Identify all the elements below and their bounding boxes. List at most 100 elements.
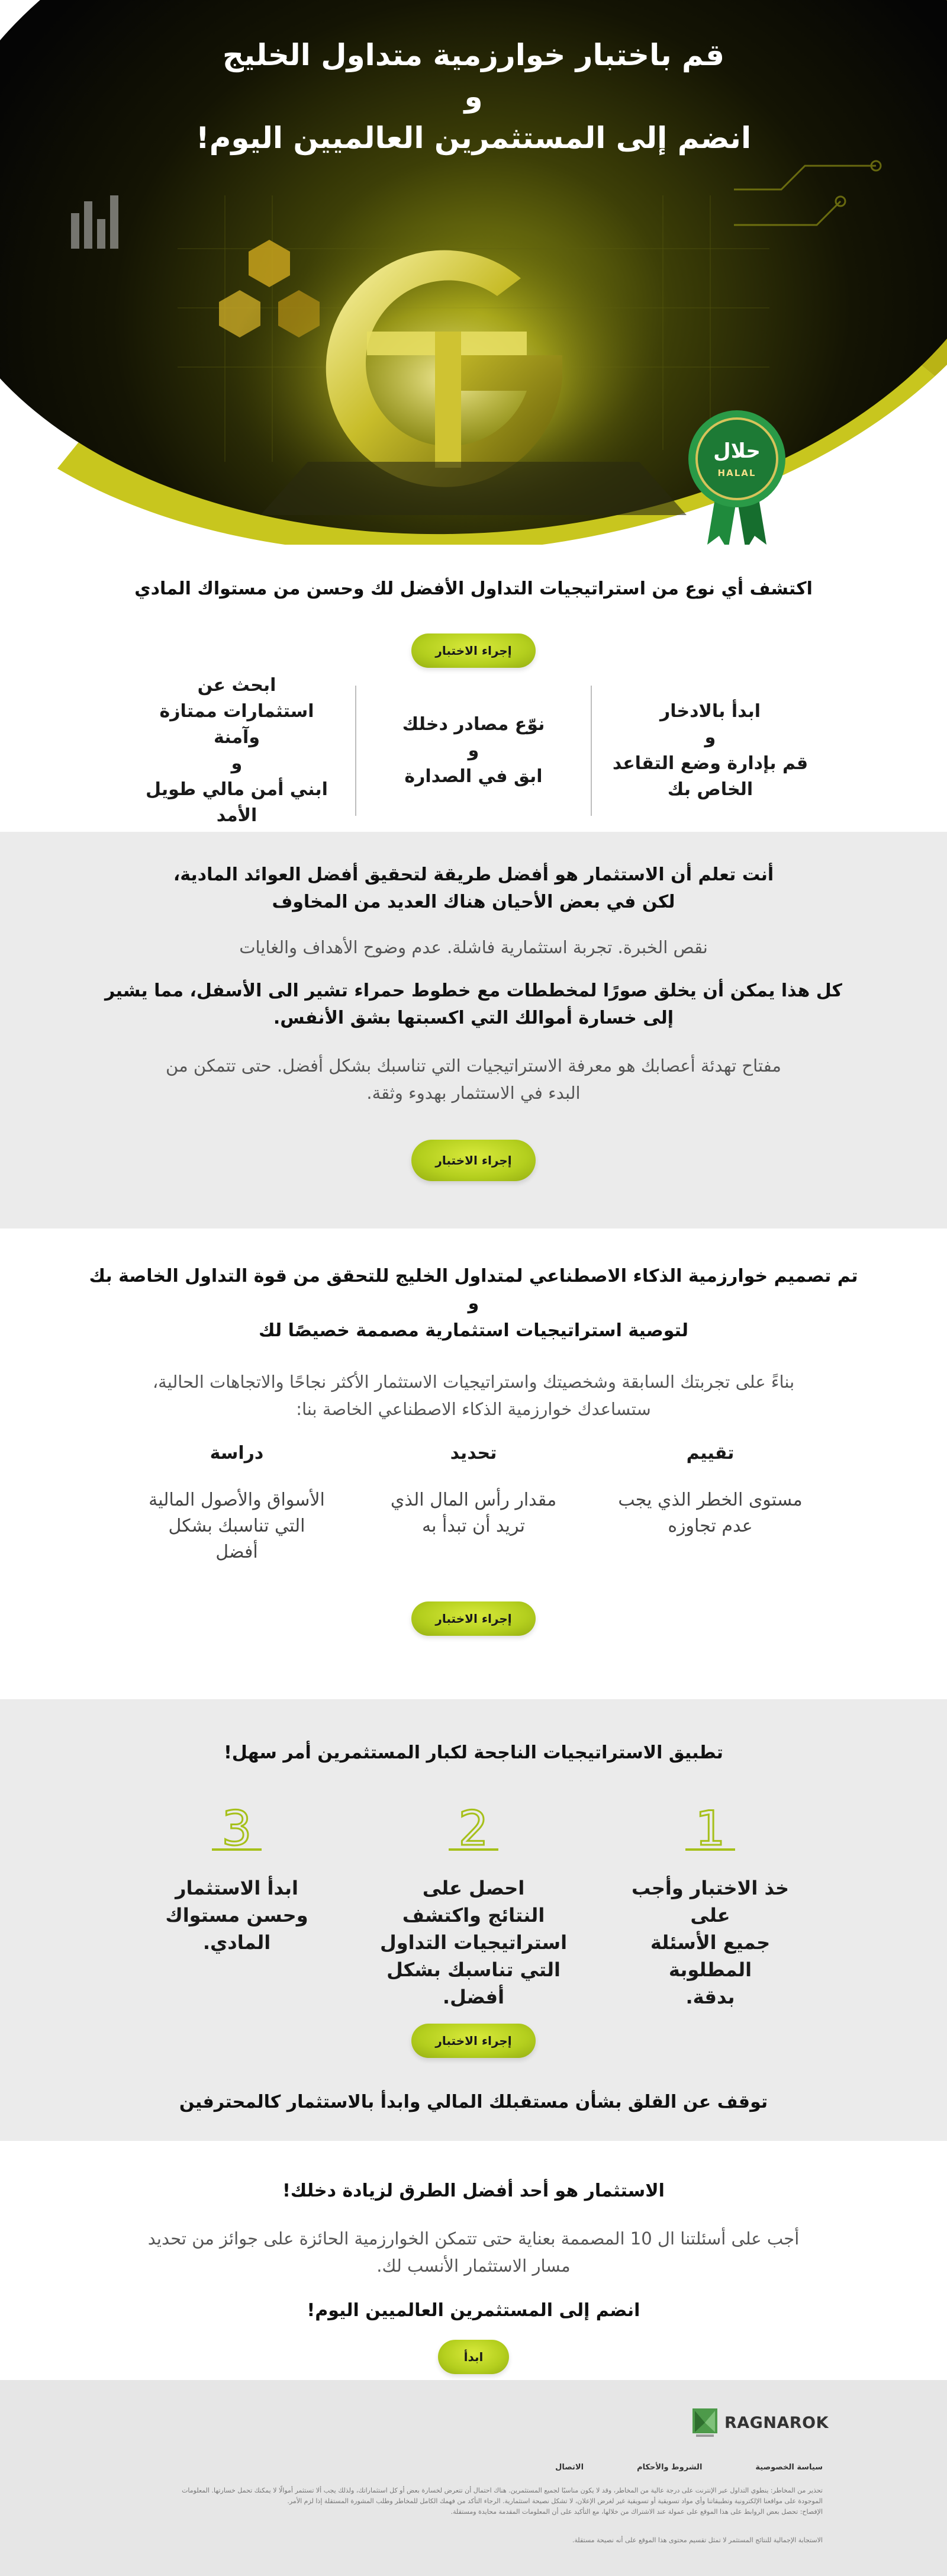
join-section: الاستثمار هو أحد أفضل الطرق لزيادة دخلك!… <box>0 2141 947 2380</box>
step-line: خذ الاختبار وأجب على <box>631 1877 790 1927</box>
join-headline: الاستثمار هو أحد أفضل الطرق لزيادة دخلك! <box>282 2181 665 2201</box>
fears-headline-line: لكن في بعض الأحيان هناك العديد من المخاو… <box>272 892 675 912</box>
ai-column-line: التي تناسبك بشكل <box>168 1516 305 1536</box>
hero-title-line-3: انضم إلى المستثمرين العالميين اليوم! <box>195 121 752 155</box>
ragnarok-logo[interactable]: RAGNAROK <box>690 2405 829 2440</box>
step-line: بدقة. <box>685 1986 735 2008</box>
step-line: التي تناسبك بشكل <box>386 1958 561 1981</box>
take-test-button[interactable]: إجراء الاختبار <box>411 633 536 668</box>
ai-column-determine: تحديد مقدار رأس المال الذي تريد أن تبدأ … <box>355 1443 592 1579</box>
step-line: ابدأ الاستثمار <box>175 1877 298 1899</box>
join-cta-text: انضم إلى المستثمرين العالميين اليوم! <box>307 2300 640 2321</box>
footer-legal-text: تحذير من المخاطر: ينطوي التداول عبر الإن… <box>124 2485 823 2517</box>
intro-column-line: استثمارات ممتازة وآمنة <box>159 701 314 748</box>
ai-headline: تم تصميم خوارزمية الذكاء الاصطناعي لمتدا… <box>0 1263 947 1345</box>
ai-column-line: أفضل <box>215 1542 258 1562</box>
intro-column-line: الخاص بك <box>667 779 753 800</box>
fears-subtitle: نقص الخبرة. تجربة استثمارية فاشلة. عدم و… <box>239 937 708 957</box>
steps-headline: تطبيق الاستراتيجيات الناجحة لكبار المستث… <box>224 1742 723 1763</box>
ragnarok-logo-icon <box>692 2408 717 2437</box>
step-number: 3 <box>222 1801 252 1854</box>
step-number-one-icon: 1 <box>685 1801 735 1854</box>
fears-key-text: مفتاح تهدئة أعصابك هو معرفة الاستراتيجيا… <box>0 1052 947 1107</box>
join-body-line: مسار الاستثمار الأنسب لك. <box>376 2256 571 2276</box>
join-body-line: أجب على أسئلتنا ال 10 المصممة بعناية حتى… <box>147 2228 800 2249</box>
hero-title-line-1: قم باختبار خوارزمية متداول الخليج <box>223 38 724 72</box>
footer-legal-note: الاستجابة الإجمالية للنتائج المستثمر لا … <box>572 2536 823 2544</box>
contact-link[interactable]: الاتصال <box>555 2463 584 2472</box>
step-line: جميع الأسئلة المطلوبة <box>650 1931 771 1981</box>
step-2: 2 احصل على النتائج واكتشف استراتيجيات ال… <box>355 1801 592 2014</box>
take-test-button[interactable]: إجراء الاختبار <box>411 1601 536 1636</box>
intro-column-line: ابق في الصدارة <box>404 766 543 787</box>
ai-column-line: مقدار رأس المال الذي <box>390 1490 557 1510</box>
ai-body-line: ستساعدك خوارزمية الذكاء الاصطناعي الخاصة… <box>296 1399 651 1419</box>
steps-list: 1 خذ الاختبار وأجب على جميع الأسئلة المط… <box>0 1801 947 2014</box>
ai-column-line: عدم تجاوزه <box>668 1516 753 1536</box>
ai-section: تم تصميم خوارزمية الذكاء الاصطناعي لمتدا… <box>0 1228 947 1699</box>
intro-column-income: نوّع مصادر دخلك و ابق في الصدارة <box>355 686 592 816</box>
fears-key-line: البدء في الاستثمار بهدوء وثقة. <box>366 1083 581 1103</box>
step-3: 3 ابدأ الاستثمار وحسن مستواك المادي. <box>118 1801 355 2014</box>
ai-body-line: بناءً على تجربتك السابقة وشخصيتك واسترات… <box>152 1372 795 1392</box>
step-line: المادي. <box>202 1931 271 1954</box>
footer-links: سياسة الخصوصية الشروط والأحكام الاتصال <box>555 2463 823 2472</box>
take-test-button[interactable]: إجراء الاختبار <box>411 1140 536 1181</box>
steps-closing: توقف عن القلق بشأن مستقبلك المالي وابدأ … <box>179 2092 768 2112</box>
take-test-button[interactable]: إجراء الاختبار <box>411 2024 536 2058</box>
fears-warning: كل هذا يمكن أن يخلق صورًا لمخططات مع خطو… <box>0 977 947 1032</box>
ai-headline-line: تم تصميم خوارزمية الذكاء الاصطناعي لمتدا… <box>89 1266 858 1287</box>
step-1: 1 خذ الاختبار وأجب على جميع الأسئلة المط… <box>592 1801 829 2014</box>
footer-legal-line: تحذير من المخاطر: ينطوي التداول عبر الإن… <box>182 2487 823 2494</box>
privacy-policy-link[interactable]: سياسة الخصوصية <box>755 2463 823 2472</box>
intro-section: اكتشف أي نوع من استراتيجيات التداول الأف… <box>0 545 947 832</box>
hero-circuit <box>734 160 882 226</box>
intro-column-line: و <box>468 740 479 761</box>
hero-laptop <box>260 462 687 515</box>
step-number-three-icon: 3 <box>212 1801 262 1854</box>
ai-column-title: تحديد <box>450 1443 497 1464</box>
intro-column-line: و <box>231 753 243 774</box>
start-button[interactable]: ابدأ <box>438 2340 509 2374</box>
fears-key-line: مفتاح تهدئة أعصابك هو معرفة الاستراتيجيا… <box>166 1056 781 1076</box>
step-line: أفضل. <box>442 1986 505 2008</box>
ragnarok-logo-text: RAGNAROK <box>724 2413 829 2432</box>
step-line: النتائج واكتشف <box>402 1904 545 1927</box>
join-body: أجب على أسئلتنا ال 10 المصممة بعناية حتى… <box>0 2225 947 2279</box>
intro-column-line: نوّع مصادر دخلك <box>402 714 545 735</box>
step-number-two-icon: 2 <box>449 1801 498 1854</box>
step-number: 2 <box>459 1801 489 1854</box>
ai-column-line: مستوى الخطر الذي يجب <box>618 1490 803 1510</box>
fears-warning-line: كل هذا يمكن أن يخلق صورًا لمخططات مع خطو… <box>105 980 842 1001</box>
hero-banner: قم باختبار خوارزمية متداول الخليج و انضم… <box>0 0 947 545</box>
fears-section: أنت تعلم أن الاستثمار هو أفضل طريقة لتحق… <box>0 832 947 1228</box>
ai-column-title: دراسة <box>210 1443 264 1464</box>
step-line: استراتيجيات التداول <box>379 1931 568 1954</box>
ai-column-line: الأسواق والأصول المالية <box>149 1490 325 1510</box>
hero-title-line-2: و <box>464 79 483 114</box>
hero-title: قم باختبار خوارزمية متداول الخليج و انضم… <box>0 34 947 159</box>
ai-column-title: تقييم <box>686 1443 735 1464</box>
ai-column-evaluate: تقييم مستوى الخطر الذي يجب عدم تجاوزه <box>592 1443 829 1579</box>
footer-legal-line: الإفصاح: تحصل بعض الروابط على هذا الموقع… <box>450 2508 823 2516</box>
intro-columns: ابدأ بالادخار و قم بإدارة وضع التقاعد ال… <box>0 675 947 826</box>
ai-headline-line: و <box>468 1293 479 1314</box>
ai-column-study: دراسة الأسواق والأصول المالية التي تناسب… <box>118 1443 355 1579</box>
fears-headline: أنت تعلم أن الاستثمار هو أفضل طريقة لتحق… <box>0 861 947 916</box>
footer-legal-line: الموجودة على مواقعنا الإلكترونية وتطبيقا… <box>287 2497 823 2505</box>
terms-link[interactable]: الشروط والأحكام <box>637 2463 702 2472</box>
ai-headline-line: لتوصية استراتيجيات استثمارية مصممة خصيصً… <box>258 1320 689 1341</box>
hero-mini-chart <box>71 195 118 249</box>
fears-warning-line: إلى خسارة أموالك التي اكسبتها بشق الأنفس… <box>273 1008 674 1028</box>
intro-column-line: الأمد <box>216 805 257 826</box>
intro-column-line: قم بإدارة وضع التقاعد <box>612 753 809 774</box>
intro-column-savings: ابدأ بالادخار و قم بإدارة وضع التقاعد ال… <box>592 686 829 816</box>
footer: RAGNAROK سياسة الخصوصية الشروط والأحكام … <box>0 2380 947 2576</box>
intro-column-line: و <box>704 727 716 748</box>
ai-body: بناءً على تجربتك السابقة وشخصيتك واسترات… <box>0 1368 947 1423</box>
fears-headline-line: أنت تعلم أن الاستثمار هو أفضل طريقة لتحق… <box>173 864 774 885</box>
intro-column-line: ابحث عن <box>197 675 276 696</box>
step-line: احصل على <box>422 1877 525 1899</box>
intro-column-investments: ابحث عن استثمارات ممتازة وآمنة و ابني أم… <box>118 675 355 826</box>
steps-section: تطبيق الاستراتيجيات الناجحة لكبار المستث… <box>0 1699 947 2141</box>
